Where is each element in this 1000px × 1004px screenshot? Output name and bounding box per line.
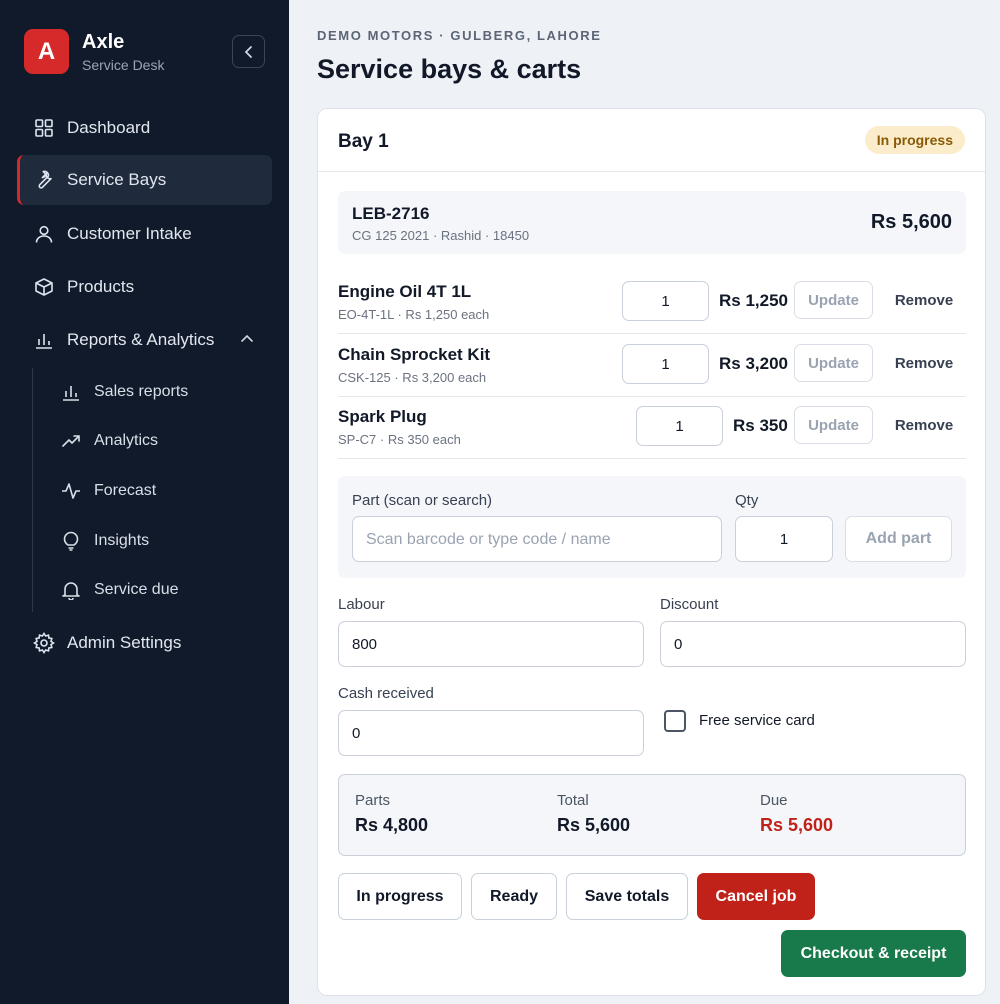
due-label: Due (760, 792, 788, 809)
update-button[interactable]: Update (794, 406, 873, 444)
ready-button[interactable]: Ready (471, 873, 557, 920)
line-price: Rs 350 (733, 416, 788, 435)
line-price: Rs 1,250 (719, 291, 788, 310)
part-search-input[interactable] (352, 516, 722, 562)
bar-chart-icon (33, 329, 55, 351)
part-search-label: Part (scan or search) (352, 492, 493, 509)
sidebar-item-label: Customer Intake (67, 224, 192, 243)
add-qty-label: Qty (735, 492, 759, 509)
add-part-button[interactable]: Add part (845, 516, 952, 562)
trending-up-icon (60, 430, 82, 452)
app-logo: A (24, 29, 69, 74)
line-qty-input[interactable] (622, 344, 709, 384)
collapse-sidebar-button[interactable] (232, 35, 265, 68)
in-progress-button[interactable]: In progress (338, 873, 462, 920)
sidebar-item-reports-analytics[interactable]: Reports & Analytics (17, 315, 272, 365)
update-button[interactable]: Update (794, 281, 873, 319)
status-badge: In progress (864, 126, 965, 154)
vehicle-plate: LEB-2716 (352, 204, 430, 223)
sidebar-item-admin-settings[interactable]: Admin Settings (17, 618, 272, 668)
line-item-name: Chain Sprocket Kit (338, 345, 491, 364)
sidebar-subitem-sales-reports[interactable]: Sales reports (44, 369, 272, 415)
line-item-sub: SP-C7 · Rs 350 each (338, 432, 461, 447)
checkout-receipt-button[interactable]: Checkout & receipt (781, 930, 966, 977)
app-name: Axle (82, 30, 125, 53)
cart-total: Rs 5,600 (870, 211, 952, 233)
page-title: Service bays & carts (317, 54, 582, 84)
parts-value: Rs 4,800 (355, 815, 429, 835)
sidebar-subitem-analytics[interactable]: Analytics (44, 418, 272, 464)
bell-icon (60, 579, 82, 601)
cancel-job-button[interactable]: Cancel job (697, 873, 815, 920)
free-service-checkbox[interactable] (664, 710, 686, 732)
gear-icon (33, 632, 55, 654)
brand: A Axle Service Desk (24, 29, 164, 74)
bay-card-header: Bay 1 In progress (318, 109, 985, 172)
line-item-name: Engine Oil 4T 1L (338, 282, 472, 301)
free-service-label: Free service card (699, 712, 815, 729)
sidebar-subitem-service-due[interactable]: Service due (44, 567, 272, 613)
user-icon (33, 223, 55, 245)
remove-button[interactable]: Remove (894, 406, 954, 444)
wrench-icon (33, 169, 55, 191)
discount-label: Discount (660, 596, 719, 613)
sidebar: A Axle Service Desk Dashboard Service Ba… (0, 0, 289, 1004)
box-icon (33, 276, 55, 298)
sidebar-item-dashboard[interactable]: Dashboard (17, 103, 272, 153)
vehicle-summary: LEB-2716 CG 125 2021 · Rashid · 18450 Rs… (338, 191, 966, 254)
discount-input[interactable] (660, 621, 966, 667)
sidebar-subitem-label: Service due (94, 581, 179, 598)
sidebar-subitem-label: Forecast (94, 482, 157, 499)
line-item-name: Spark Plug (338, 407, 427, 426)
sidebar-item-label: Admin Settings (67, 633, 182, 652)
submenu-rail (32, 368, 33, 612)
sidebar-subitem-label: Analytics (94, 432, 159, 449)
parts-label: Parts (355, 792, 391, 809)
bay-title: Bay 1 (338, 131, 389, 152)
vehicle-details: CG 125 2021 · Rashid · 18450 (352, 228, 530, 243)
remove-button[interactable]: Remove (894, 281, 954, 319)
grid-icon (33, 117, 55, 139)
labour-label: Labour (338, 596, 385, 613)
app-subtitle: Service Desk (82, 56, 165, 73)
location-eyebrow: DEMO MOTORS · GULBERG, LAHORE (317, 28, 602, 43)
total-value: Rs 5,600 (557, 815, 631, 835)
chevron-up-icon (241, 334, 253, 342)
sidebar-item-customer-intake[interactable]: Customer Intake (17, 209, 272, 259)
bar-chart-icon (60, 381, 82, 403)
line-item-sub: EO-4T-1L · Rs 1,250 each (338, 307, 490, 322)
sidebar-item-label: Dashboard (67, 118, 151, 137)
remove-button[interactable]: Remove (894, 344, 954, 382)
sidebar-item-label: Service Bays (67, 170, 167, 189)
add-qty-input[interactable] (735, 516, 833, 562)
sidebar-subitem-forecast[interactable]: Forecast (44, 468, 272, 514)
cash-received-input[interactable] (338, 710, 644, 756)
line-qty-input[interactable] (622, 281, 709, 321)
chevron-left-icon (244, 45, 252, 58)
cart-line: Engine Oil 4T 1L EO-4T-1L · Rs 1,250 eac… (338, 271, 966, 334)
pulse-icon (60, 480, 82, 502)
sidebar-subitem-insights[interactable]: Insights (44, 518, 272, 564)
sidebar-subitem-label: Sales reports (94, 383, 189, 400)
add-part-panel: Part (scan or search) Qty Add part (338, 476, 966, 578)
cart-line: Chain Sprocket Kit CSK-125 · Rs 3,200 ea… (338, 334, 966, 397)
sidebar-item-products[interactable]: Products (17, 262, 272, 312)
line-price: Rs 3,200 (719, 354, 788, 373)
due-value: Rs 5,600 (760, 815, 834, 835)
total-label: Total (557, 792, 589, 809)
line-item-sub: CSK-125 · Rs 3,200 each (338, 370, 487, 385)
line-qty-input[interactable] (636, 406, 723, 446)
save-totals-button[interactable]: Save totals (566, 873, 688, 920)
sidebar-item-label: Products (67, 277, 135, 296)
sidebar-subitem-label: Insights (94, 532, 150, 549)
bay-card: Bay 1 In progress LEB-2716 CG 125 2021 ·… (317, 108, 986, 996)
totals-summary: Parts Rs 4,800 Total Rs 5,600 Due Rs 5,6… (338, 774, 966, 856)
labour-input[interactable] (338, 621, 644, 667)
update-button[interactable]: Update (794, 344, 873, 382)
lightbulb-icon (60, 530, 82, 552)
cash-received-label: Cash received (338, 685, 434, 702)
cart-line: Spark Plug SP-C7 · Rs 350 each Rs 350 Up… (338, 396, 966, 459)
sidebar-item-service-bays[interactable]: Service Bays (17, 155, 272, 205)
sidebar-item-label: Reports & Analytics (67, 330, 215, 349)
